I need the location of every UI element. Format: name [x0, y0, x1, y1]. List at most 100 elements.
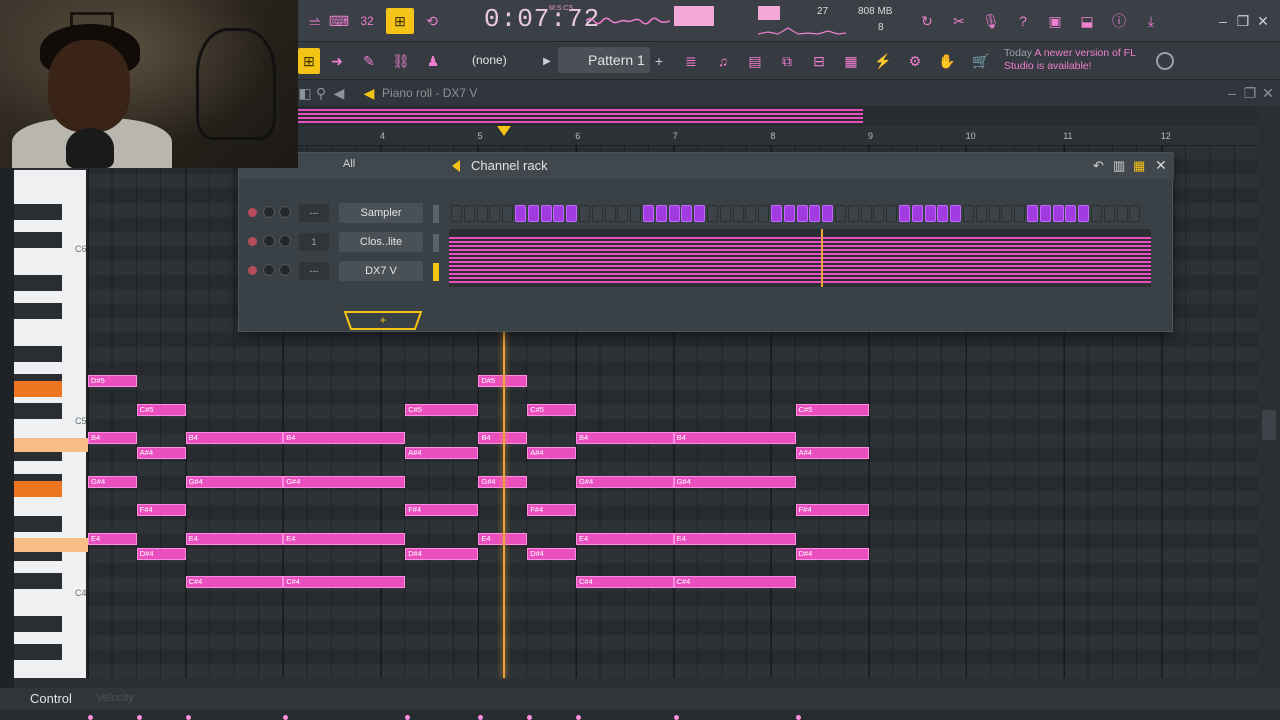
black-key[interactable]	[14, 615, 62, 632]
channel-select[interactable]	[433, 205, 439, 223]
active-key[interactable]	[14, 538, 88, 552]
step-button[interactable]	[617, 205, 629, 222]
scrollbar-thumb[interactable]	[1262, 410, 1276, 440]
mute-led-icon[interactable]	[248, 266, 257, 275]
mute-led-icon[interactable]	[248, 237, 257, 246]
velocity-dot[interactable]	[673, 715, 679, 720]
velocity-lane[interactable]	[0, 710, 1280, 720]
velocity-dot[interactable]	[185, 715, 191, 720]
arrow-right-icon[interactable]: ➜	[324, 48, 350, 74]
control-target[interactable]: Velocity	[96, 692, 134, 704]
volume-knob[interactable]	[279, 206, 291, 218]
step-button[interactable]	[1039, 205, 1051, 222]
add-pattern-icon[interactable]: +	[652, 48, 666, 74]
step-button[interactable]	[566, 205, 578, 222]
channel-name[interactable]: Clos..lite	[339, 232, 423, 252]
note[interactable]: D#4	[795, 547, 869, 560]
note[interactable]: E4	[88, 533, 137, 546]
note[interactable]: F#4	[795, 504, 869, 517]
step-button[interactable]	[655, 205, 667, 222]
time-display[interactable]: 0:07:72	[484, 4, 600, 34]
step-button[interactable]	[1129, 205, 1141, 222]
step-button[interactable]	[694, 205, 706, 222]
plugin-icon[interactable]: ⚡	[870, 48, 896, 74]
note[interactable]: B4	[185, 432, 284, 445]
channel-name[interactable]: Sampler	[339, 203, 423, 223]
step-button[interactable]	[1027, 205, 1038, 222]
step-button[interactable]	[771, 205, 782, 222]
step-button[interactable]	[643, 205, 654, 222]
step-button[interactable]	[476, 205, 488, 222]
step-button[interactable]	[911, 205, 923, 222]
channel-row[interactable]: --- Sampler	[239, 199, 1174, 227]
note[interactable]: G#4	[673, 475, 796, 488]
pr-maximize-icon[interactable]: ❐	[1242, 80, 1258, 106]
step-button[interactable]	[668, 205, 680, 222]
play-pattern-icon[interactable]: ▶	[538, 48, 556, 74]
step-edit-icon[interactable]: 32	[354, 8, 380, 34]
note[interactable]: B4	[283, 432, 406, 445]
note[interactable]: F#4	[136, 504, 186, 517]
touch-icon[interactable]: ✋	[934, 48, 960, 74]
step-button[interactable]	[681, 205, 693, 222]
step-button[interactable]	[847, 205, 859, 222]
step-button[interactable]	[758, 205, 770, 222]
news-panel[interactable]: Today A newer version of FL Studio is av…	[1004, 47, 1156, 73]
step-button[interactable]	[809, 205, 821, 222]
volume-knob[interactable]	[279, 264, 291, 276]
metronome-icon[interactable]: ♟	[420, 48, 446, 74]
playhead-marker[interactable]	[497, 126, 511, 136]
render-icon[interactable]: ⬓	[1074, 8, 1100, 34]
channel-filter[interactable]: All	[343, 158, 355, 170]
note[interactable]: D#4	[405, 547, 479, 560]
mixer-icon[interactable]: ⧉	[774, 48, 800, 74]
velocity-dot[interactable]	[576, 715, 581, 720]
note[interactable]: E4	[283, 533, 406, 546]
pan-knob[interactable]	[263, 206, 275, 218]
step-button[interactable]	[489, 205, 501, 222]
step-button[interactable]	[579, 205, 590, 222]
note[interactable]: C#5	[405, 403, 479, 416]
step-button[interactable]	[630, 205, 642, 222]
note[interactable]: C#4	[185, 576, 284, 589]
keyboard-mode-icon[interactable]: ⊞	[298, 48, 320, 74]
instrument-icon[interactable]: ◀	[360, 80, 378, 106]
note[interactable]: A#4	[405, 446, 479, 459]
speaker-icon[interactable]: ◀	[330, 80, 348, 106]
note[interactable]: A#4	[136, 446, 186, 459]
channel-rack-close-icon[interactable]: ✕	[1155, 157, 1167, 174]
active-key[interactable]	[14, 438, 88, 452]
overview-strip[interactable]	[298, 106, 1258, 126]
note[interactable]: G#4	[576, 475, 674, 488]
step-button[interactable]	[860, 205, 872, 222]
globe-icon[interactable]	[1156, 52, 1174, 70]
note[interactable]: C#4	[283, 576, 406, 589]
step-button[interactable]	[604, 205, 616, 222]
step-button[interactable]	[732, 205, 744, 222]
step-button[interactable]	[1091, 205, 1102, 222]
undo-icon[interactable]: ↶	[1093, 158, 1104, 174]
channel-rack-icon[interactable]: ▤	[742, 48, 768, 74]
volume-knob[interactable]	[279, 235, 291, 247]
channel-name[interactable]: DX7 V	[339, 261, 423, 281]
note[interactable]: D#4	[527, 547, 576, 560]
black-key[interactable]	[14, 516, 62, 533]
channel-select[interactable]	[433, 263, 439, 281]
active-key[interactable]	[14, 381, 62, 397]
note[interactable]: G#4	[88, 475, 137, 488]
black-key[interactable]	[14, 346, 62, 362]
step-button[interactable]	[1065, 205, 1077, 222]
help-icon[interactable]: ?	[1010, 8, 1036, 34]
microphone-icon[interactable]: 🎙	[978, 8, 1004, 34]
step-button[interactable]	[950, 205, 962, 222]
save-icon[interactable]: ▣	[1042, 8, 1068, 34]
note[interactable]: C#4	[673, 576, 796, 589]
tools-icon[interactable]: ⚙	[902, 48, 928, 74]
black-key[interactable]	[14, 232, 62, 249]
pr-minimize-icon[interactable]: –	[1224, 80, 1240, 106]
step-button[interactable]	[924, 205, 936, 222]
active-key[interactable]	[14, 481, 62, 497]
black-key[interactable]	[14, 204, 62, 220]
close-icon[interactable]: ✕	[1254, 8, 1272, 34]
note[interactable]: E4	[185, 533, 284, 546]
